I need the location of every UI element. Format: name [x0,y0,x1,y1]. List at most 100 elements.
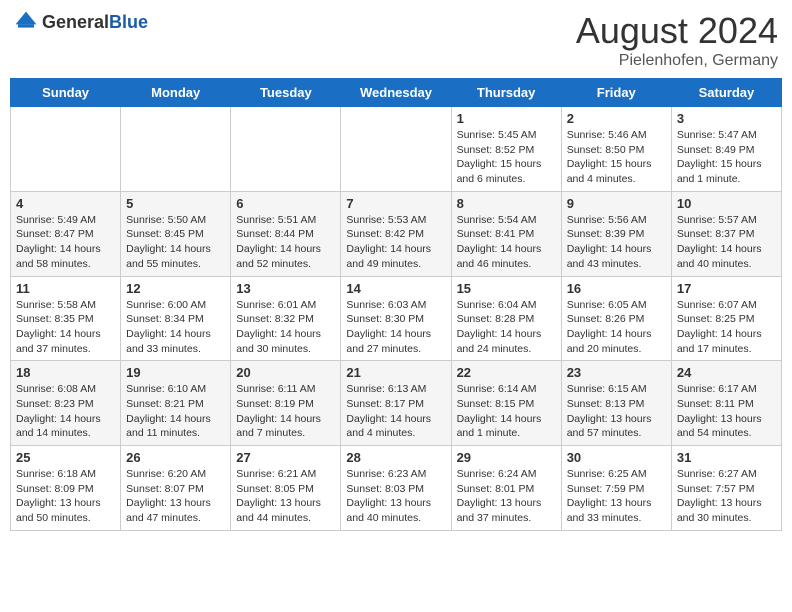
day-number: 3 [677,111,776,126]
weekday-header-sunday: Sunday [11,79,121,107]
logo: GeneralBlue [14,10,148,34]
calendar-week-row: 25 Sunrise: 6:18 AMSunset: 8:09 PMDayligh… [11,446,782,531]
weekday-header-tuesday: Tuesday [231,79,341,107]
calendar-day-21: 21Sunrise: 6:13 AMSunset: 8:17 PMDayligh… [341,361,451,446]
day-number: 20 [236,365,335,380]
calendar-day-6: 6 Sunrise: 5:51 AMSunset: 8:44 PMDaylight… [231,191,341,276]
day-info: Sunrise: 6:15 AMSunset: 8:13 PMDaylight:… [567,382,666,441]
day-number: 24 [677,365,776,380]
calendar-empty-cell [341,107,451,192]
title-block: August 2024 Pielenhofen, Germany [576,10,778,70]
day-number: 15 [457,281,556,296]
day-info: Sunrise: 6:01 AMSunset: 8:32 PMDaylight:… [236,298,335,357]
calendar-day-28: 28 Sunrise: 6:23 AMSunset: 8:03 PMDayligh… [341,446,451,531]
day-info: Sunrise: 6:24 AMSunset: 8:01 PMDaylight:… [457,467,556,526]
day-number: 7 [346,196,445,211]
day-info: Sunrise: 6:23 AMSunset: 8:03 PMDaylight:… [346,467,445,526]
calendar-day-18: 18 Sunrise: 6:08 AMSunset: 8:23 PMDayligh… [11,361,121,446]
weekday-header-saturday: Saturday [671,79,781,107]
calendar-day-3: 3 Sunrise: 5:47 AMSunset: 8:49 PMDaylight… [671,107,781,192]
day-info: Sunrise: 5:50 AMSunset: 8:45 PMDaylight:… [126,213,225,272]
day-info: Sunrise: 6:14 AMSunset: 8:15 PMDaylight:… [457,382,556,441]
day-number: 19 [126,365,225,380]
calendar-day-13: 13 Sunrise: 6:01 AMSunset: 8:32 PMDayligh… [231,276,341,361]
day-number: 1 [457,111,556,126]
calendar-day-10: 10Sunrise: 5:57 AMSunset: 8:37 PMDayligh… [671,191,781,276]
day-number: 6 [236,196,335,211]
calendar-day-30: 30 Sunrise: 6:25 AMSunset: 7:59 PMDayligh… [561,446,671,531]
day-info: Sunrise: 5:51 AMSunset: 8:44 PMDaylight:… [236,213,335,272]
day-info: Sunrise: 6:17 AMSunset: 8:11 PMDaylight:… [677,382,776,441]
calendar-day-14: 14Sunrise: 6:03 AMSunset: 8:30 PMDayligh… [341,276,451,361]
day-info: Sunrise: 6:21 AMSunset: 8:05 PMDaylight:… [236,467,335,526]
weekday-header-monday: Monday [121,79,231,107]
calendar-day-5: 5 Sunrise: 5:50 AMSunset: 8:45 PMDaylight… [121,191,231,276]
day-number: 12 [126,281,225,296]
calendar-day-9: 9 Sunrise: 5:56 AMSunset: 8:39 PMDaylight… [561,191,671,276]
day-number: 9 [567,196,666,211]
calendar-day-1: 1 Sunrise: 5:45 AMSunset: 8:52 PMDaylight… [451,107,561,192]
day-number: 31 [677,450,776,465]
day-info: Sunrise: 6:05 AMSunset: 8:26 PMDaylight:… [567,298,666,357]
calendar-day-2: 2Sunrise: 5:46 AMSunset: 8:50 PMDaylight… [561,107,671,192]
calendar-day-4: 4Sunrise: 5:49 AMSunset: 8:47 PMDaylight… [11,191,121,276]
calendar-day-31: 31Sunrise: 6:27 AMSunset: 7:57 PMDayligh… [671,446,781,531]
day-info: Sunrise: 5:53 AMSunset: 8:42 PMDaylight:… [346,213,445,272]
page-header: GeneralBlue August 2024 Pielenhofen, Ger… [10,10,782,70]
logo-blue: Blue [109,12,148,32]
day-info: Sunrise: 6:18 AMSunset: 8:09 PMDaylight:… [16,467,115,526]
logo-general: General [42,12,109,32]
calendar-empty-cell [11,107,121,192]
day-number: 27 [236,450,335,465]
day-info: Sunrise: 5:56 AMSunset: 8:39 PMDaylight:… [567,213,666,272]
calendar-day-27: 27 Sunrise: 6:21 AMSunset: 8:05 PMDayligh… [231,446,341,531]
logo-text: GeneralBlue [42,12,148,33]
day-number: 14 [346,281,445,296]
weekday-header-thursday: Thursday [451,79,561,107]
logo-icon [14,10,38,34]
calendar-day-23: 23 Sunrise: 6:15 AMSunset: 8:13 PMDayligh… [561,361,671,446]
day-info: Sunrise: 5:45 AMSunset: 8:52 PMDaylight:… [457,128,556,187]
day-number: 21 [346,365,445,380]
day-number: 17 [677,281,776,296]
weekday-header-row: SundayMondayTuesdayWednesdayThursdayFrid… [11,79,782,107]
calendar-day-12: 12 Sunrise: 6:00 AMSunset: 8:34 PMDayligh… [121,276,231,361]
day-info: Sunrise: 5:47 AMSunset: 8:49 PMDaylight:… [677,128,776,187]
day-number: 28 [346,450,445,465]
day-number: 30 [567,450,666,465]
day-number: 4 [16,196,115,211]
day-info: Sunrise: 6:10 AMSunset: 8:21 PMDaylight:… [126,382,225,441]
day-number: 18 [16,365,115,380]
day-number: 29 [457,450,556,465]
day-info: Sunrise: 5:58 AMSunset: 8:35 PMDaylight:… [16,298,115,357]
day-number: 25 [16,450,115,465]
calendar-table: SundayMondayTuesdayWednesdayThursdayFrid… [10,78,782,531]
calendar-week-row: 18 Sunrise: 6:08 AMSunset: 8:23 PMDayligh… [11,361,782,446]
day-number: 13 [236,281,335,296]
day-number: 22 [457,365,556,380]
location-subtitle: Pielenhofen, Germany [576,52,778,70]
calendar-day-15: 15Sunrise: 6:04 AMSunset: 8:28 PMDayligh… [451,276,561,361]
day-number: 26 [126,450,225,465]
weekday-header-friday: Friday [561,79,671,107]
day-number: 23 [567,365,666,380]
day-number: 5 [126,196,225,211]
day-info: Sunrise: 6:08 AMSunset: 8:23 PMDaylight:… [16,382,115,441]
day-info: Sunrise: 6:07 AMSunset: 8:25 PMDaylight:… [677,298,776,357]
day-info: Sunrise: 6:00 AMSunset: 8:34 PMDaylight:… [126,298,225,357]
calendar-day-16: 16Sunrise: 6:05 AMSunset: 8:26 PMDayligh… [561,276,671,361]
day-info: Sunrise: 5:57 AMSunset: 8:37 PMDaylight:… [677,213,776,272]
day-info: Sunrise: 5:46 AMSunset: 8:50 PMDaylight:… [567,128,666,187]
calendar-day-22: 22 Sunrise: 6:14 AMSunset: 8:15 PMDayligh… [451,361,561,446]
calendar-week-row: 4Sunrise: 5:49 AMSunset: 8:47 PMDaylight… [11,191,782,276]
calendar-empty-cell [121,107,231,192]
calendar-day-26: 26 Sunrise: 6:20 AMSunset: 8:07 PMDayligh… [121,446,231,531]
day-info: Sunrise: 6:11 AMSunset: 8:19 PMDaylight:… [236,382,335,441]
day-info: Sunrise: 5:54 AMSunset: 8:41 PMDaylight:… [457,213,556,272]
calendar-empty-cell [231,107,341,192]
calendar-week-row: 11Sunrise: 5:58 AMSunset: 8:35 PMDayligh… [11,276,782,361]
day-info: Sunrise: 6:20 AMSunset: 8:07 PMDaylight:… [126,467,225,526]
day-info: Sunrise: 6:25 AMSunset: 7:59 PMDaylight:… [567,467,666,526]
day-number: 8 [457,196,556,211]
calendar-day-29: 29 Sunrise: 6:24 AMSunset: 8:01 PMDayligh… [451,446,561,531]
